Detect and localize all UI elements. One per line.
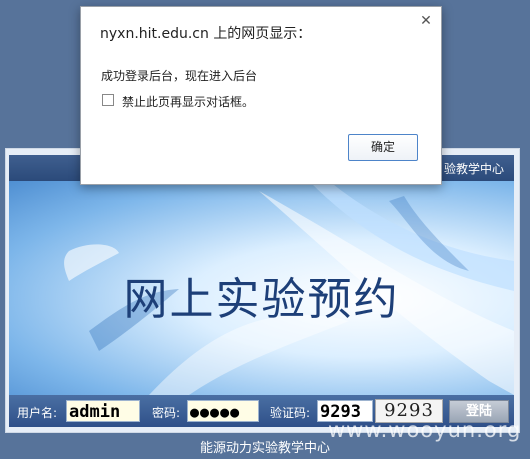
username-input[interactable]: admin	[66, 400, 140, 422]
login-frame: 验教学中心 网上实验预约 用户名: admin 密码: ●●●●● 验证码: 9…	[5, 148, 520, 433]
close-icon[interactable]: ✕	[419, 14, 433, 28]
password-label: 密码:	[152, 406, 181, 420]
watermark: www.wooyun.org	[328, 418, 522, 442]
password-input[interactable]: ●●●●●	[187, 400, 259, 422]
username-label: 用户名:	[17, 406, 58, 420]
banner-title: 网上实验预约	[123, 274, 400, 325]
banner: 网上实验预约	[9, 181, 514, 395]
ok-button[interactable]: 确定	[348, 134, 418, 161]
suppress-checkbox[interactable]	[102, 94, 114, 106]
suppress-checkbox-label[interactable]: 禁止此页再显示对话框。	[122, 93, 254, 110]
dialog-title: nyxn.hit.edu.cn 上的网页显示：	[100, 26, 312, 42]
browser-page: 验教学中心 网上实验预约 用户名: admin 密码: ●●●●● 验证码: 9…	[0, 0, 530, 459]
header-text: 验教学中心	[443, 162, 504, 176]
alert-dialog: nyxn.hit.edu.cn 上的网页显示： ✕ 成功登录后台，现在进入后台 …	[80, 6, 442, 185]
captcha-label: 验证码:	[270, 406, 311, 420]
dialog-message: 成功登录后台，现在进入后台	[101, 69, 258, 83]
